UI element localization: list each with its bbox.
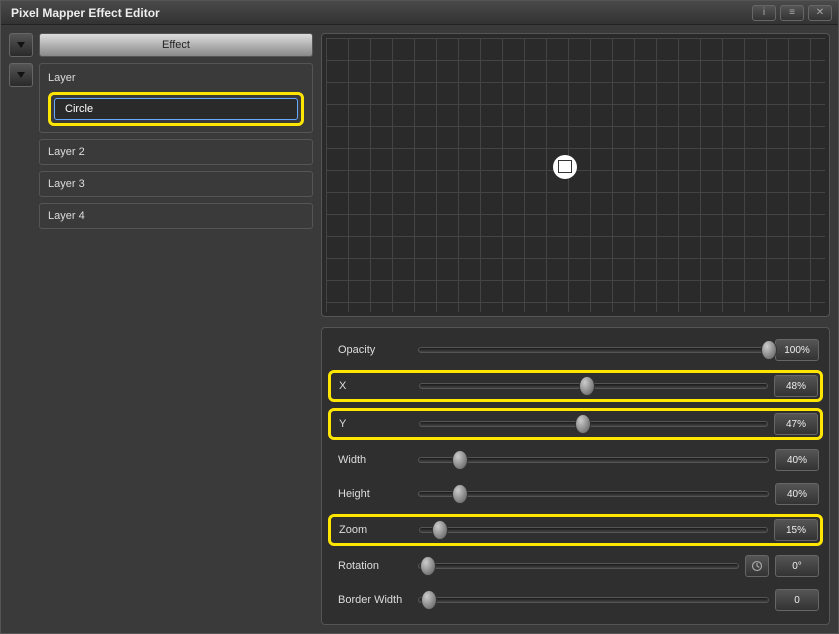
circle-highlight: Circle [48, 92, 304, 126]
window-title: Pixel Mapper Effect Editor [7, 6, 748, 20]
width-thumb[interactable] [452, 450, 468, 470]
content: Effect Layer Circle [1, 25, 838, 633]
left-panel: Effect Layer Circle [1, 25, 321, 633]
rotation-value[interactable]: 0° [775, 555, 819, 577]
border-value[interactable]: 0 [775, 589, 819, 611]
layer1-row: Layer Circle [9, 63, 313, 133]
param-opacity: Opacity 100% [328, 336, 823, 364]
height-value[interactable]: 40% [775, 483, 819, 505]
opacity-slider[interactable] [418, 343, 769, 357]
x-slider[interactable] [419, 379, 768, 393]
zoom-slider[interactable] [419, 523, 768, 537]
rotation-slider[interactable] [418, 559, 739, 573]
param-rotation: Rotation 0° [328, 552, 823, 580]
height-thumb[interactable] [452, 484, 468, 504]
x-value[interactable]: 48% [774, 375, 818, 397]
opacity-thumb[interactable] [761, 340, 777, 360]
rotation-clock-button[interactable] [745, 555, 769, 577]
close-button[interactable]: ✕ [808, 5, 832, 21]
width-label: Width [332, 454, 418, 466]
right-panel: Opacity 100% X 48% Y [321, 25, 838, 633]
rotation-label: Rotation [332, 560, 418, 572]
layer3-row: Layer 3 [9, 171, 313, 197]
border-label: Border Width [332, 594, 418, 606]
opacity-label: Opacity [332, 344, 418, 356]
effect-button[interactable]: Effect [39, 33, 313, 57]
x-label: X [333, 380, 419, 392]
layer2-box[interactable]: Layer 2 [39, 139, 313, 165]
params-panel: Opacity 100% X 48% Y [321, 327, 830, 625]
opacity-value[interactable]: 100% [775, 339, 819, 361]
effect-toggle[interactable] [9, 33, 33, 57]
preview-grid [326, 38, 825, 312]
height-slider[interactable] [418, 487, 769, 501]
window: Pixel Mapper Effect Editor i ≡ ✕ Effect … [0, 0, 839, 634]
param-y: Y 47% [328, 408, 823, 440]
layer2-row: Layer 2 [9, 139, 313, 165]
border-thumb[interactable] [421, 590, 437, 610]
layer1-label: Layer [48, 70, 304, 86]
layer3-label: Layer 3 [48, 178, 85, 190]
y-thumb[interactable] [575, 414, 591, 434]
param-width: Width 40% [328, 446, 823, 474]
info-button[interactable]: i [752, 5, 776, 21]
layer4-row: Layer 4 [9, 203, 313, 229]
layer2-label: Layer 2 [48, 146, 85, 158]
zoom-value[interactable]: 15% [774, 519, 818, 541]
height-label: Height [332, 488, 418, 500]
zoom-thumb[interactable] [432, 520, 448, 540]
layer3-box[interactable]: Layer 3 [39, 171, 313, 197]
border-slider[interactable] [418, 593, 769, 607]
zoom-label: Zoom [333, 524, 419, 536]
circle-item[interactable]: Circle [54, 98, 298, 120]
layer4-box[interactable]: Layer 4 [39, 203, 313, 229]
y-value[interactable]: 47% [774, 413, 818, 435]
rotation-thumb[interactable] [420, 556, 436, 576]
effect-label: Effect [162, 39, 190, 51]
y-label: Y [333, 418, 419, 430]
preview-circle-shape[interactable] [553, 155, 577, 179]
width-value[interactable]: 40% [775, 449, 819, 471]
layer4-label: Layer 4 [48, 210, 85, 222]
titlebar: Pixel Mapper Effect Editor i ≡ ✕ [1, 1, 838, 25]
menu-button[interactable]: ≡ [780, 5, 804, 21]
width-slider[interactable] [418, 453, 769, 467]
param-border: Border Width 0 [328, 586, 823, 614]
layer1-box[interactable]: Layer Circle [39, 63, 313, 133]
param-zoom: Zoom 15% [328, 514, 823, 546]
layer1-toggle[interactable] [9, 63, 33, 87]
param-height: Height 40% [328, 480, 823, 508]
x-thumb[interactable] [579, 376, 595, 396]
circle-label: Circle [65, 103, 93, 115]
preview-area[interactable] [321, 33, 830, 317]
y-slider[interactable] [419, 417, 768, 431]
effect-row: Effect [9, 33, 313, 57]
param-x: X 48% [328, 370, 823, 402]
